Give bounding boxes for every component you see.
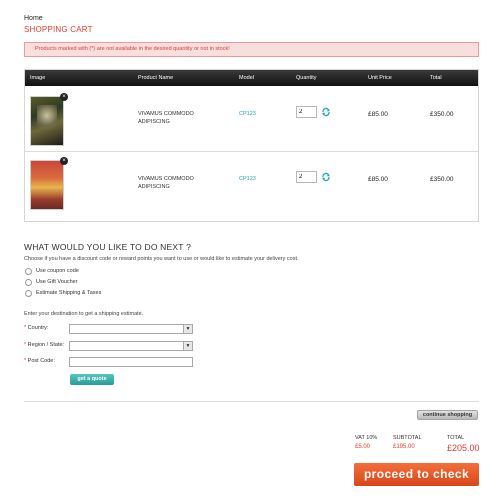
- model-link[interactable]: CP123: [239, 111, 256, 117]
- vat-value: £5.00: [355, 444, 371, 450]
- refresh-icon[interactable]: [321, 107, 331, 117]
- next-steps-description: Choose if you have a discount code or re…: [24, 256, 299, 262]
- coupon-radio[interactable]: [25, 268, 32, 275]
- required-mark: *: [24, 325, 27, 331]
- product-name-link[interactable]: VIVAMUS COMMODO ADIPISCING: [138, 175, 208, 191]
- get-quote-button[interactable]: get a quote: [70, 374, 114, 385]
- coupon-radio-label[interactable]: Use coupon code: [36, 268, 79, 274]
- product-thumbnail[interactable]: [30, 96, 64, 146]
- row-total: £350.00: [430, 176, 454, 183]
- header-total: Total: [430, 75, 442, 81]
- table-row: × VIVAMUS COMMODO ADIPISCING CP123 £85.0…: [25, 154, 478, 217]
- header-product-name: Product Name: [138, 75, 174, 81]
- stock-warning: Products marked with (*) are not availab…: [24, 42, 479, 57]
- remove-icon[interactable]: ×: [60, 93, 68, 101]
- shipping-radio-label[interactable]: Estimate Shipping & Taxes: [36, 290, 101, 296]
- region-label: * Region / State:: [24, 342, 65, 348]
- continue-shopping-button[interactable]: continue shopping: [417, 410, 478, 420]
- subtotal-value: £195.00: [393, 444, 415, 450]
- country-select[interactable]: ▼: [69, 324, 193, 334]
- voucher-radio-label[interactable]: Use Gift Voucher: [36, 279, 78, 285]
- next-steps-title: WHAT WOULD YOU LIKE TO DO NEXT ?: [24, 242, 191, 252]
- required-mark: *: [24, 358, 27, 364]
- voucher-radio[interactable]: [25, 279, 32, 286]
- postcode-label: * Post Code:: [24, 358, 55, 364]
- subtotal-label: SUBTOTAL: [393, 435, 422, 441]
- header-model: Model: [239, 75, 254, 81]
- header-quantity: Quantity: [296, 75, 317, 81]
- header-unit-price: Unit Price: [368, 75, 392, 81]
- cart-table: Image Product Name Model Quantity Unit P…: [24, 69, 479, 222]
- shipping-description: Enter your destination to get a shipping…: [24, 311, 144, 317]
- country-label: * Country:: [24, 325, 49, 331]
- unit-price: £85.00: [368, 176, 388, 183]
- chevron-down-icon: ▼: [183, 342, 192, 350]
- cart-table-header: Image Product Name Model Quantity Unit P…: [25, 70, 478, 86]
- row-total: £350.00: [430, 111, 454, 118]
- breadcrumb[interactable]: Home: [24, 15, 43, 22]
- total-value: £205.00: [447, 443, 480, 453]
- quantity-input[interactable]: [296, 171, 317, 183]
- page-title: SHOPPING CART: [24, 25, 93, 34]
- vat-label: VAT 10%: [355, 435, 378, 441]
- proceed-to-checkout-button[interactable]: proceed to check: [354, 463, 479, 486]
- region-select[interactable]: ▼: [69, 341, 193, 351]
- remove-icon[interactable]: ×: [60, 157, 68, 165]
- quantity-input[interactable]: [296, 106, 317, 118]
- divider: [24, 401, 479, 402]
- total-label: TOTAL: [447, 435, 465, 441]
- unit-price: £85.00: [368, 111, 388, 118]
- chevron-down-icon: ▼: [183, 325, 192, 333]
- model-link[interactable]: CP123: [239, 176, 256, 182]
- table-row: × VIVAMUS COMMODO ADIPISCING CP123 £85.0…: [25, 89, 478, 152]
- header-image: Image: [30, 75, 46, 81]
- product-name-link[interactable]: VIVAMUS COMMODO ADIPISCING: [138, 110, 208, 126]
- postcode-input[interactable]: [69, 357, 193, 367]
- refresh-icon[interactable]: [321, 172, 331, 182]
- product-thumbnail[interactable]: [30, 160, 64, 210]
- shipping-radio[interactable]: [25, 290, 32, 297]
- required-mark: *: [24, 342, 27, 348]
